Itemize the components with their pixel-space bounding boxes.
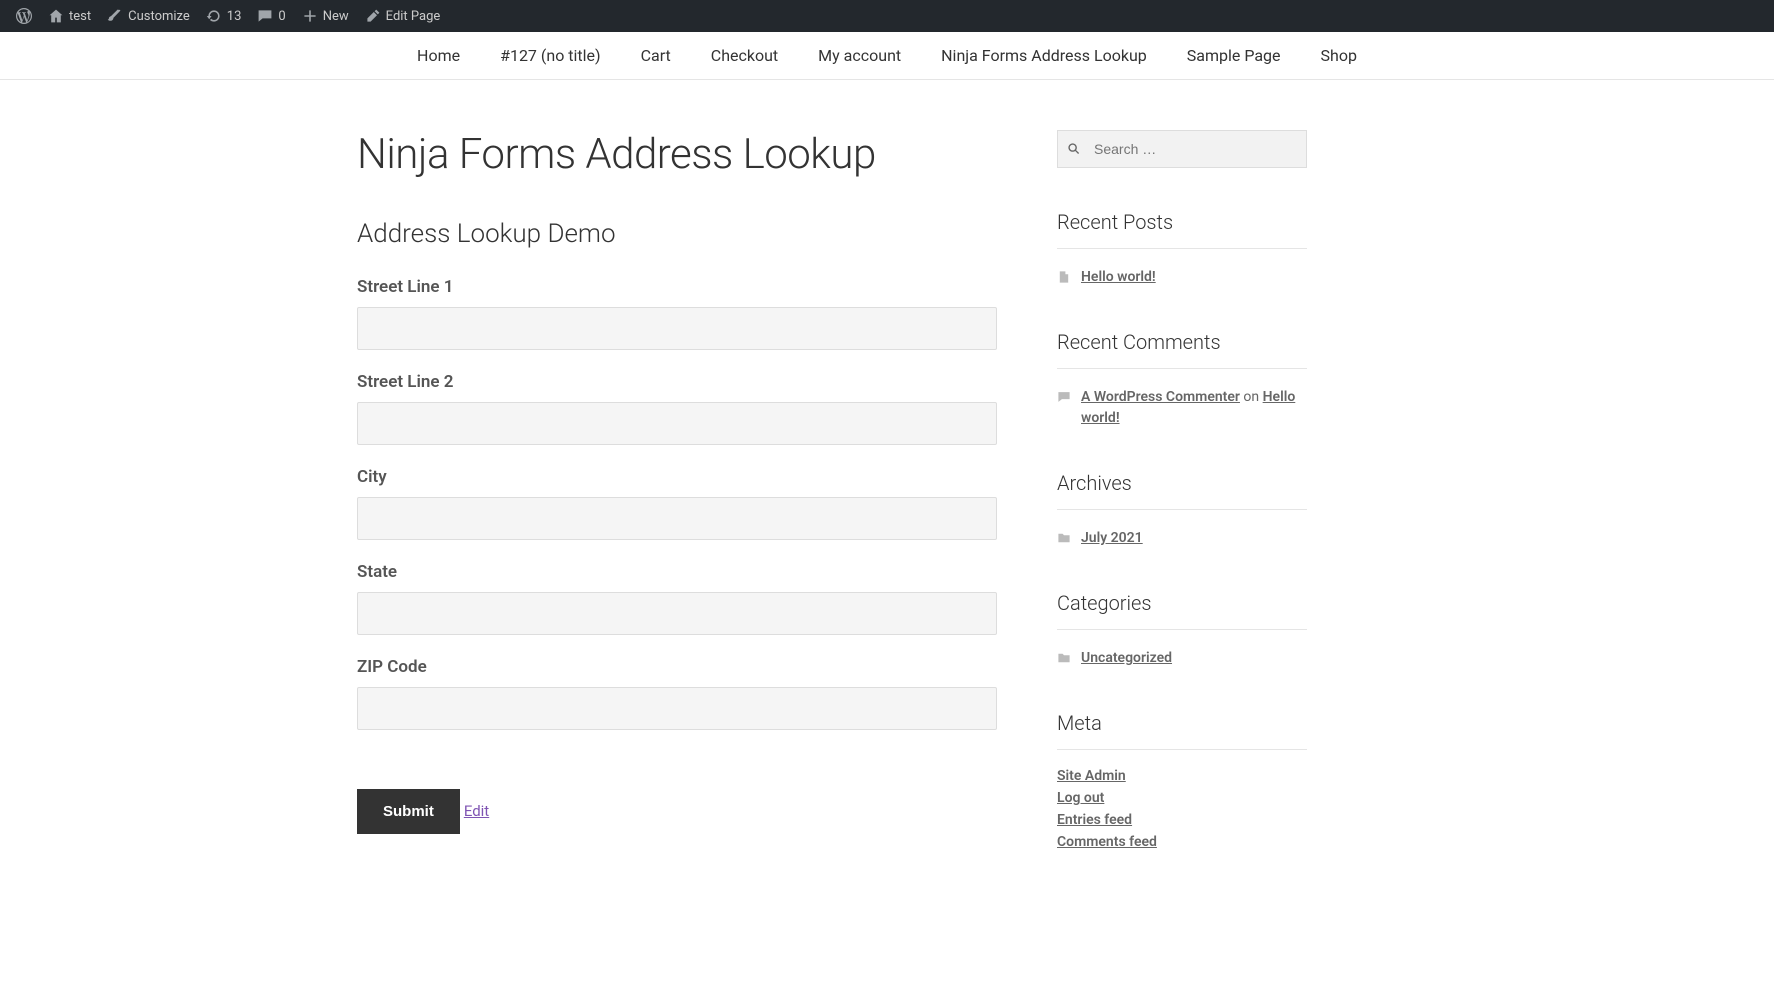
divider	[1057, 749, 1307, 750]
new-link[interactable]: New	[294, 0, 357, 32]
label-state: State	[357, 562, 997, 582]
edit-page-text: Edit Page	[386, 9, 441, 24]
sidebar: Recent Posts Hello world! Recent Comment…	[1057, 130, 1307, 892]
widget-archives: Archives July 2021	[1057, 471, 1307, 549]
customize-link[interactable]: Customize	[99, 0, 198, 32]
label-zip: ZIP Code	[357, 657, 997, 677]
updates-link[interactable]: 13	[198, 0, 250, 32]
edit-page-link[interactable]: Edit Page	[357, 0, 449, 32]
nav-item-sample-page[interactable]: Sample Page	[1167, 32, 1301, 79]
nav-item-my-account[interactable]: My account	[798, 32, 921, 79]
meta-entries-feed[interactable]: Entries feed	[1057, 812, 1307, 828]
wp-logo[interactable]	[8, 0, 40, 32]
pencil-icon	[365, 8, 381, 24]
widget-categories: Categories Uncategorized	[1057, 591, 1307, 669]
category-link[interactable]: Uncategorized	[1081, 648, 1172, 669]
list-item: Hello world!	[1057, 267, 1307, 288]
main-content: Ninja Forms Address Lookup Address Looku…	[357, 130, 997, 892]
nav-item-home[interactable]: Home	[397, 32, 480, 79]
divider	[1057, 248, 1307, 249]
label-street-1: Street Line 1	[357, 277, 997, 297]
folder-icon	[1057, 531, 1071, 545]
recent-post-link[interactable]: Hello world!	[1081, 267, 1156, 288]
field-zip: ZIP Code	[357, 657, 997, 730]
field-street-1: Street Line 1	[357, 277, 997, 350]
brush-icon	[107, 8, 123, 24]
wp-admin-bar: test Customize 13 0 New Edit Page	[0, 0, 1774, 32]
label-street-2: Street Line 2	[357, 372, 997, 392]
site-name-text: test	[69, 9, 91, 24]
page-title: Ninja Forms Address Lookup	[357, 130, 997, 179]
folder-icon	[1057, 651, 1071, 665]
home-icon	[48, 8, 64, 24]
list-item: July 2021	[1057, 528, 1307, 549]
input-street-2[interactable]	[357, 402, 997, 445]
field-state: State	[357, 562, 997, 635]
edit-link[interactable]: Edit	[464, 802, 489, 820]
input-zip[interactable]	[357, 687, 997, 730]
recent-posts-title: Recent Posts	[1057, 210, 1307, 234]
comment-icon	[257, 8, 273, 24]
list-item: A WordPress Commenter on Hello world!	[1057, 387, 1307, 429]
search-icon	[1065, 140, 1083, 158]
wordpress-icon	[16, 8, 32, 24]
plus-icon	[302, 8, 318, 24]
widget-recent-comments: Recent Comments A WordPress Commenter on…	[1057, 330, 1307, 429]
meta-title: Meta	[1057, 711, 1307, 735]
search-widget	[1057, 130, 1307, 168]
label-city: City	[357, 467, 997, 487]
new-text: New	[323, 9, 349, 24]
nav-item-127[interactable]: #127 (no title)	[480, 32, 621, 79]
comments-count: 0	[278, 9, 285, 24]
archives-title: Archives	[1057, 471, 1307, 495]
input-city[interactable]	[357, 497, 997, 540]
divider	[1057, 629, 1307, 630]
nav-item-checkout[interactable]: Checkout	[691, 32, 798, 79]
nav-item-shop[interactable]: Shop	[1301, 32, 1377, 79]
site-name-link[interactable]: test	[40, 0, 99, 32]
document-icon	[1057, 270, 1071, 284]
widget-recent-posts: Recent Posts Hello world!	[1057, 210, 1307, 288]
comment-on-text: on	[1240, 389, 1263, 405]
nav-item-cart[interactable]: Cart	[621, 32, 691, 79]
customize-text: Customize	[128, 9, 190, 24]
divider	[1057, 368, 1307, 369]
field-city: City	[357, 467, 997, 540]
comment-author-link[interactable]: A WordPress Commenter	[1081, 389, 1240, 405]
updates-count: 13	[227, 9, 242, 24]
form-title: Address Lookup Demo	[357, 219, 997, 249]
archive-link[interactable]: July 2021	[1081, 528, 1143, 549]
list-item: Uncategorized	[1057, 648, 1307, 669]
divider	[1057, 509, 1307, 510]
input-state[interactable]	[357, 592, 997, 635]
recent-comments-title: Recent Comments	[1057, 330, 1307, 354]
meta-log-out[interactable]: Log out	[1057, 790, 1307, 806]
meta-site-admin[interactable]: Site Admin	[1057, 768, 1307, 784]
meta-comments-feed[interactable]: Comments feed	[1057, 834, 1307, 850]
update-icon	[206, 8, 222, 24]
input-street-1[interactable]	[357, 307, 997, 350]
comments-link[interactable]: 0	[249, 0, 293, 32]
comment-icon	[1057, 390, 1071, 404]
main-nav: Home #127 (no title) Cart Checkout My ac…	[0, 32, 1774, 80]
nav-item-address-lookup[interactable]: Ninja Forms Address Lookup	[921, 32, 1167, 79]
widget-meta: Meta Site Admin Log out Entries feed Com…	[1057, 711, 1307, 850]
submit-button[interactable]: Submit	[357, 789, 460, 834]
search-input[interactable]	[1057, 130, 1307, 168]
field-street-2: Street Line 2	[357, 372, 997, 445]
categories-title: Categories	[1057, 591, 1307, 615]
